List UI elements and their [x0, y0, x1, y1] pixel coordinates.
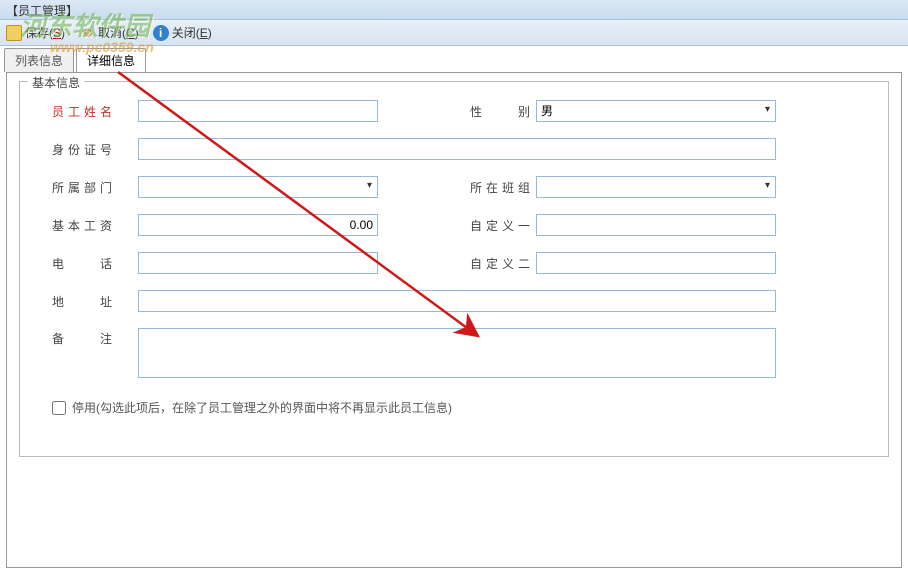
id-label: 身份证号 [52, 141, 112, 158]
save-icon [6, 25, 22, 41]
fieldset-legend: 基本信息 [28, 74, 84, 91]
phone-label: 电 话 [52, 255, 112, 272]
salary-label: 基本工资 [52, 217, 112, 234]
cancel-button[interactable]: ⟲ 取消(C) [79, 24, 139, 41]
id-input[interactable] [138, 138, 776, 160]
dept-label: 所属部门 [52, 179, 112, 196]
name-input[interactable] [138, 100, 378, 122]
remark-label: 备 注 [52, 330, 112, 347]
tab-strip: 列表信息 详细信息 [0, 46, 908, 72]
save-button[interactable]: 保存(S) [6, 24, 65, 41]
salary-input[interactable] [138, 214, 378, 236]
team-select[interactable] [536, 176, 776, 198]
dept-select[interactable] [138, 176, 378, 198]
team-label: 所在班组 [470, 179, 530, 196]
address-label: 地 址 [52, 293, 112, 310]
disable-checkbox[interactable] [52, 401, 66, 415]
custom2-label: 自定义二 [470, 255, 530, 272]
window-titlebar: 【员工管理】 [0, 0, 908, 20]
cancel-icon: ⟲ [79, 25, 95, 41]
remark-textarea[interactable] [138, 328, 776, 378]
tab-detail[interactable]: 详细信息 [76, 48, 146, 72]
close-button[interactable]: i 关闭(E) [153, 24, 212, 41]
gender-select-wrap: 男 [536, 100, 776, 122]
cancel-label: 取消(C) [98, 24, 139, 41]
gender-label: 性 别 [470, 103, 530, 120]
disable-label: 停用(勾选此项后，在除了员工管理之外的界面中将不再显示此员工信息) [72, 399, 452, 416]
form-grid: 员工姓名 性 别 男 身份证号 所属部门 所在班组 基本工资 自定义一 [52, 100, 868, 381]
address-input[interactable] [138, 290, 776, 312]
custom1-input[interactable] [536, 214, 776, 236]
tab-list[interactable]: 列表信息 [4, 48, 74, 72]
close-icon: i [153, 25, 169, 41]
save-label: 保存(S) [25, 24, 65, 41]
phone-input[interactable] [138, 252, 378, 274]
custom2-input[interactable] [536, 252, 776, 274]
toolbar: 保存(S) ⟲ 取消(C) i 关闭(E) [0, 20, 908, 46]
custom1-label: 自定义一 [470, 217, 530, 234]
team-select-wrap [536, 176, 776, 198]
basic-info-fieldset: 基本信息 员工姓名 性 别 男 身份证号 所属部门 所在班组 基本工资 [19, 81, 889, 457]
disable-row: 停用(勾选此项后，在除了员工管理之外的界面中将不再显示此员工信息) [52, 399, 868, 416]
gender-select[interactable]: 男 [536, 100, 776, 122]
detail-panel: 基本信息 员工姓名 性 别 男 身份证号 所属部门 所在班组 基本工资 [6, 72, 902, 568]
dept-select-wrap [138, 176, 378, 198]
close-label: 关闭(E) [172, 24, 212, 41]
window-title: 【员工管理】 [6, 4, 78, 18]
name-label: 员工姓名 [52, 103, 112, 120]
